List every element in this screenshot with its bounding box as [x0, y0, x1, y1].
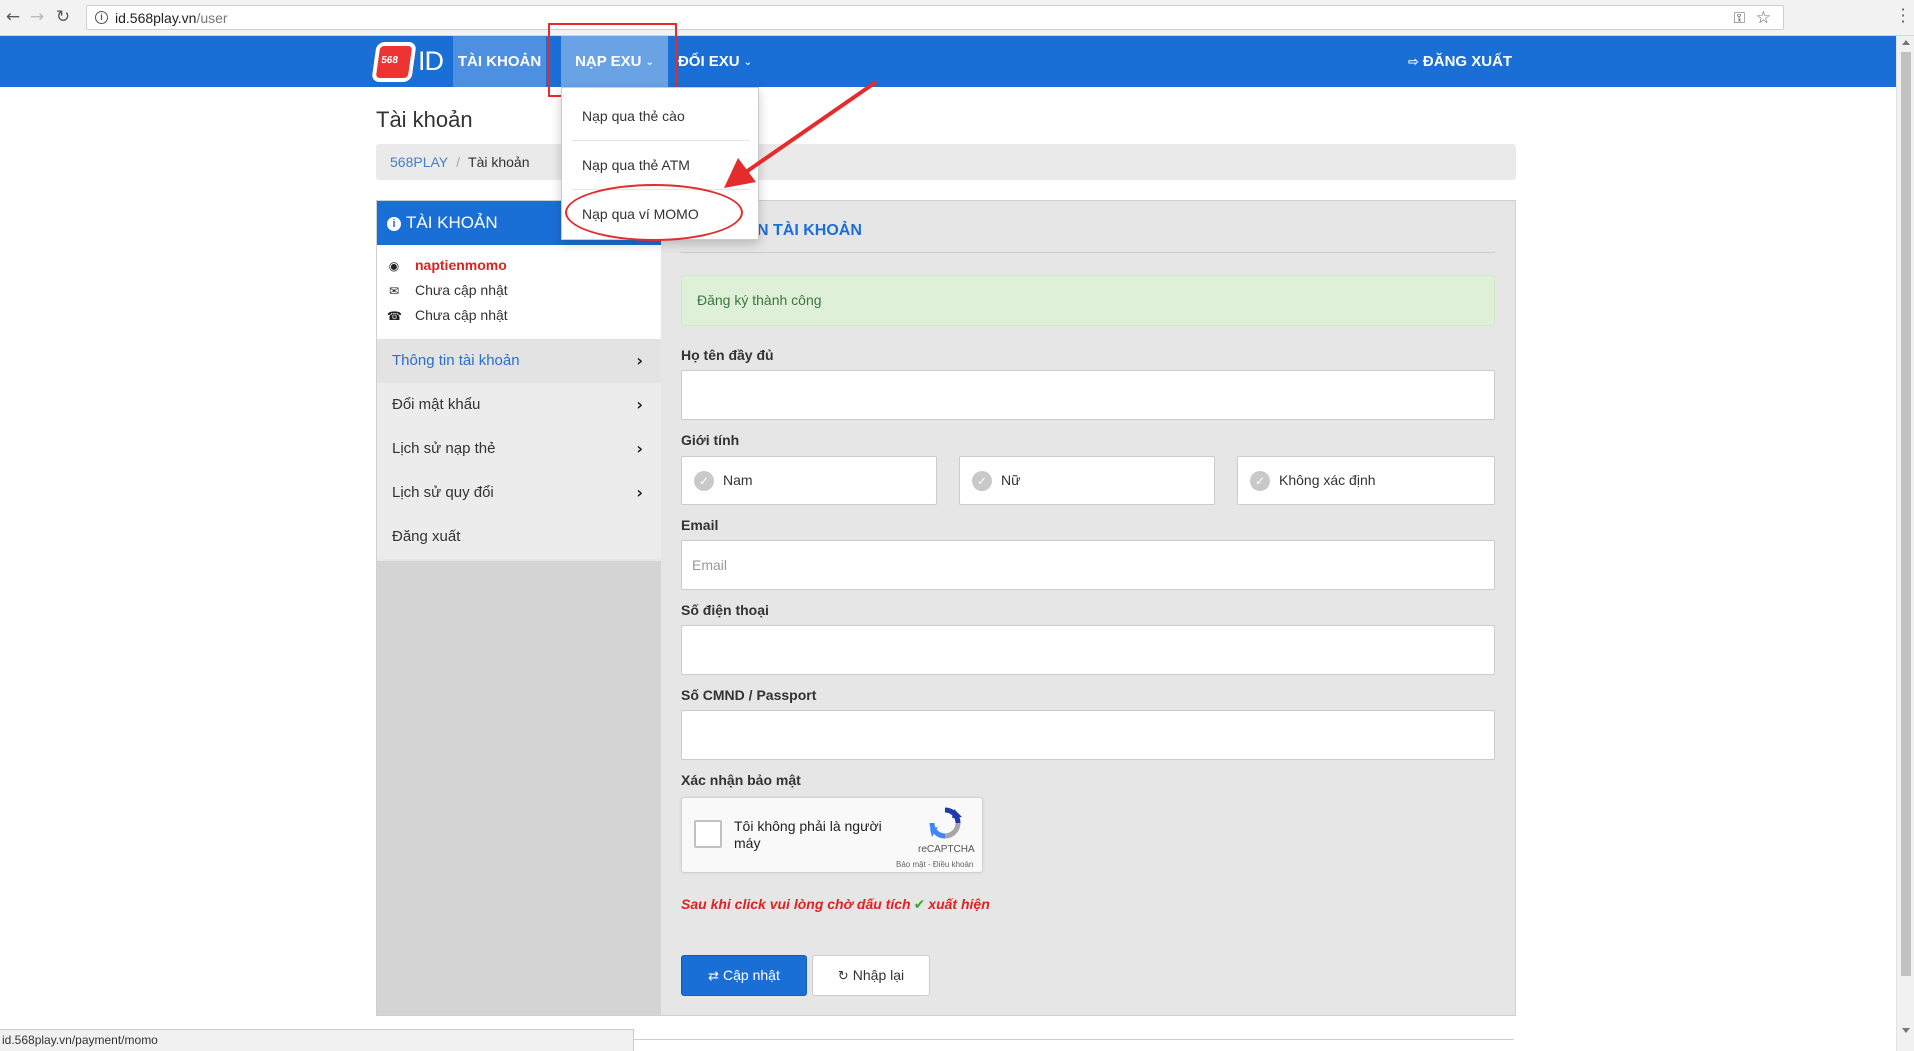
- forward-icon[interactable]: →: [28, 8, 46, 26]
- section-divider: [681, 252, 1495, 253]
- chevron-right-icon: ›: [636, 439, 643, 458]
- phone-input[interactable]: [681, 625, 1495, 675]
- user-icon: ◉: [388, 259, 400, 273]
- fullname-label: Họ tên đầy đủ: [681, 347, 774, 363]
- chevron-right-icon: ›: [636, 351, 643, 370]
- email-row: ✉ Chưa cập nhật: [388, 282, 508, 298]
- chevron-right-icon: ›: [636, 395, 643, 414]
- sidebar-item-logout[interactable]: Đăng xuất: [377, 515, 661, 559]
- browser-status-bar: id.568play.vn/payment/momo: [0, 1029, 634, 1051]
- annotation-highlight-ellipse: [565, 184, 743, 241]
- site-info-icon[interactable]: i: [95, 11, 108, 24]
- success-alert: Đăng ký thành công: [681, 275, 1495, 326]
- captcha-note: Sau khi click vui lòng chờ dấu tích ✔ xuất…: [681, 896, 990, 913]
- phone-label: Số điện thoại: [681, 602, 769, 618]
- info-icon: i: [387, 217, 401, 231]
- recaptcha-widget: Tôi không phải là người máy reCAPTCHA Bả…: [681, 797, 983, 873]
- recaptcha-brand: reCAPTCHA: [918, 844, 975, 855]
- phone-row: ☎ Chưa cập nhật: [387, 307, 508, 323]
- browser-menu-icon[interactable]: · · ·: [1898, 2, 1908, 30]
- email-input[interactable]: Email: [681, 540, 1495, 590]
- refresh-icon: ↻: [837, 969, 849, 984]
- captcha-label: Xác nhận bảo mật: [681, 772, 801, 788]
- check-circle-icon: ✓: [1250, 471, 1270, 491]
- page-title: Tài khoản: [376, 107, 473, 132]
- username-row: ◉ naptienmomo: [388, 257, 507, 273]
- scroll-up-icon[interactable]: [1902, 40, 1910, 45]
- check-circle-icon: ✓: [972, 471, 992, 491]
- sidebar-item-exchange-history[interactable]: Lịch sử quy đổi ›: [377, 471, 661, 515]
- scrollbar-thumb[interactable]: [1901, 52, 1911, 976]
- gender-label: Giới tính: [681, 432, 740, 448]
- fullname-input[interactable]: [681, 370, 1495, 420]
- reload-icon[interactable]: ↻: [54, 8, 72, 26]
- update-button[interactable]: ⇄ Cập nhật: [681, 955, 807, 996]
- logo-text: ID: [418, 46, 444, 76]
- address-bar[interactable]: i id.568play.vn/user ⚿ ☆: [86, 5, 1784, 30]
- breadcrumb-separator: /: [456, 154, 461, 170]
- envelope-icon: ✉: [388, 284, 400, 298]
- recaptcha-terms[interactable]: Bảo mật - Điều khoản: [896, 860, 973, 869]
- nav-tai-khoan[interactable]: TÀI KHOẢN: [453, 36, 546, 87]
- recaptcha-checkbox[interactable]: [694, 820, 722, 848]
- top-navbar: 568 ID TÀI KHOẢN NẠP EXU ⌄ ĐỔI EXU ⌄ ⇨ ĐĂNG…: [0, 36, 1896, 87]
- dropdown-item-atm[interactable]: Nạp qua thẻ ATM: [582, 157, 690, 173]
- phone-icon: ☎: [387, 309, 402, 323]
- exchange-icon: ⇄: [708, 969, 720, 984]
- check-circle-icon: ✓: [694, 471, 714, 491]
- url-text: id.568play.vn/user: [115, 10, 228, 26]
- logo-badge: 568: [371, 42, 417, 82]
- dropdown-item-scratch-card[interactable]: Nạp qua thẻ cào: [582, 108, 685, 124]
- id-number-label: Số CMND / Passport: [681, 687, 817, 703]
- site-logo[interactable]: 568 ID: [371, 42, 444, 82]
- annotation-highlight-box: [548, 23, 677, 97]
- recaptcha-text: Tôi không phải là người máy: [734, 818, 882, 851]
- section-title: N TÀI KHOẢN: [757, 222, 862, 239]
- sign-out-icon: ⇨: [1408, 55, 1419, 70]
- key-icon[interactable]: ⚿: [1734, 9, 1745, 27]
- breadcrumb: 568PLAY / Tài khoản: [376, 144, 1516, 180]
- sidebar-item-topup-history[interactable]: Lịch sử nạp thẻ ›: [377, 427, 661, 471]
- logout-link[interactable]: ⇨ ĐĂNG XUẤT: [1408, 36, 1512, 87]
- bookmark-star-icon[interactable]: ☆: [1756, 8, 1771, 28]
- check-icon: ✔: [913, 897, 926, 913]
- page-bottom-divider: [634, 1039, 1514, 1040]
- chevron-right-icon: ›: [636, 483, 643, 502]
- gender-option-unspecified[interactable]: ✓ Không xác định: [1237, 456, 1495, 505]
- browser-toolbar: ← → ↻ i id.568play.vn/user ⚿ ☆ · · ·: [0, 0, 1914, 36]
- email-label: Email: [681, 517, 719, 533]
- gender-option-male[interactable]: ✓ Nam: [681, 456, 937, 505]
- back-icon[interactable]: ←: [4, 8, 22, 26]
- sidebar-item-account-info[interactable]: Thông tin tài khoản ›: [377, 339, 661, 383]
- breadcrumb-home-link[interactable]: 568PLAY: [390, 154, 448, 170]
- breadcrumb-current: Tài khoản: [468, 154, 530, 170]
- page-scrollbar[interactable]: [1896, 36, 1914, 1051]
- gender-option-female[interactable]: ✓ Nữ: [959, 456, 1215, 505]
- sidebar-empty-area: [377, 561, 661, 1015]
- annotation-arrow: [724, 80, 878, 188]
- sidebar-item-change-password[interactable]: Đổi mật khẩu ›: [377, 383, 661, 427]
- user-info-box: ◉ naptienmomo ✉ Chưa cập nhật ☎ Chưa cập nh…: [377, 245, 661, 339]
- scroll-down-icon[interactable]: [1902, 1028, 1910, 1033]
- recaptcha-logo-icon: [929, 807, 962, 839]
- reset-button[interactable]: ↻ Nhập lại: [812, 955, 930, 996]
- id-number-input[interactable]: [681, 710, 1495, 760]
